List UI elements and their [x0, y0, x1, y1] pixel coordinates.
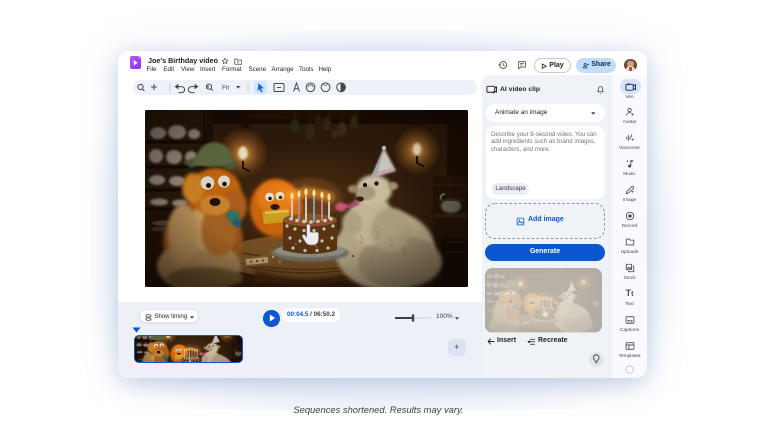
svg-text:Fit: Fit	[222, 84, 229, 91]
